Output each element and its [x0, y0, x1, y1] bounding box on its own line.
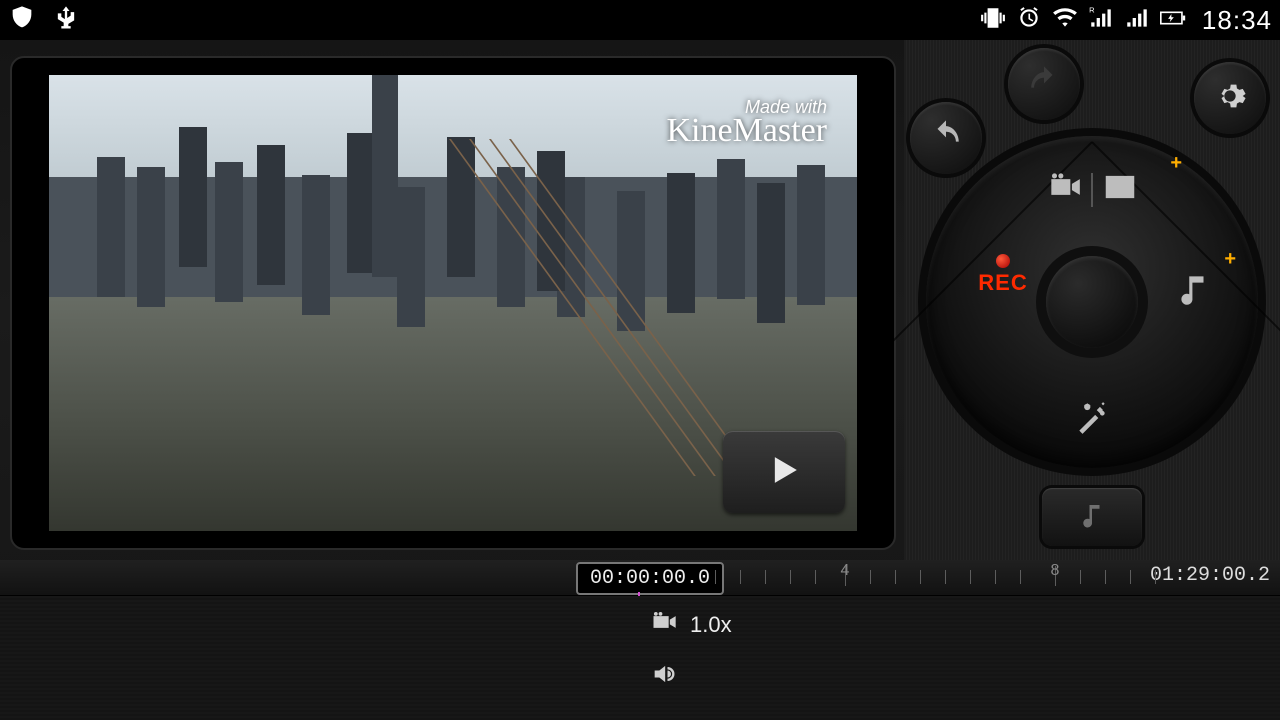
settings-button[interactable]	[1194, 62, 1266, 134]
shield-icon	[8, 4, 36, 37]
clock-time: 18:34	[1202, 5, 1272, 36]
audio-track-button[interactable]	[1042, 488, 1142, 546]
preview-frame: Made with KineMaster	[10, 56, 896, 550]
undo-icon	[929, 119, 963, 158]
record-label: REC	[978, 270, 1027, 296]
wifi-icon	[1052, 5, 1078, 36]
add-media-button[interactable]: +	[1020, 168, 1164, 211]
image-icon	[1101, 168, 1139, 211]
timeline: 00:00:00.0 01:29:00.2 4 8	[0, 560, 1280, 720]
play-icon	[762, 448, 806, 497]
effects-button[interactable]	[1036, 399, 1148, 442]
end-time: 01:29:00.2	[1150, 564, 1270, 587]
plus-icon: +	[1224, 248, 1236, 271]
wheel-center-button[interactable]	[1046, 256, 1138, 348]
watermark: Made with KineMaster	[666, 97, 827, 144]
speed-value: 1.0x	[690, 612, 732, 638]
video-icon	[1045, 168, 1083, 211]
usb-icon	[52, 4, 80, 37]
music-icon	[1175, 270, 1213, 313]
track-area[interactable]: 1.0x	[0, 596, 1280, 720]
media-wheel: + + REC	[926, 136, 1258, 468]
play-button[interactable]	[723, 431, 845, 513]
camera-icon	[650, 608, 678, 642]
watermark-brand: KineMaster	[666, 118, 827, 144]
playhead-time: 00:00:00.0	[576, 562, 724, 595]
undo-button[interactable]	[910, 102, 982, 174]
preview-video[interactable]: Made with KineMaster	[49, 75, 857, 531]
add-audio-button[interactable]: +	[1154, 270, 1234, 313]
editor-app: Made with KineMaster	[0, 40, 1280, 720]
audio-track[interactable]	[650, 660, 678, 694]
signal-r-icon: R	[1088, 5, 1114, 36]
music-note-icon	[1077, 500, 1107, 535]
ruler-mark-8: 8	[1051, 562, 1060, 580]
ruler-mark-4: 4	[841, 562, 850, 580]
speed-track[interactable]: 1.0x	[650, 608, 732, 642]
wand-icon	[1073, 399, 1111, 442]
redo-icon	[1027, 65, 1061, 104]
vibrate-icon	[980, 5, 1006, 36]
record-dot-icon	[996, 254, 1010, 268]
record-button[interactable]: REC	[960, 254, 1046, 296]
battery-charging-icon	[1160, 5, 1186, 36]
speaker-icon	[650, 660, 678, 694]
timeline-ruler[interactable]: 00:00:00.0 01:29:00.2 4 8	[0, 560, 1280, 596]
alarm-icon	[1016, 5, 1042, 36]
redo-button[interactable]	[1008, 48, 1080, 120]
plus-icon: +	[1170, 152, 1182, 175]
gear-icon	[1213, 79, 1247, 118]
svg-text:R: R	[1089, 5, 1095, 14]
signal-icon	[1124, 5, 1150, 36]
status-bar: R 18:34	[0, 0, 1280, 40]
